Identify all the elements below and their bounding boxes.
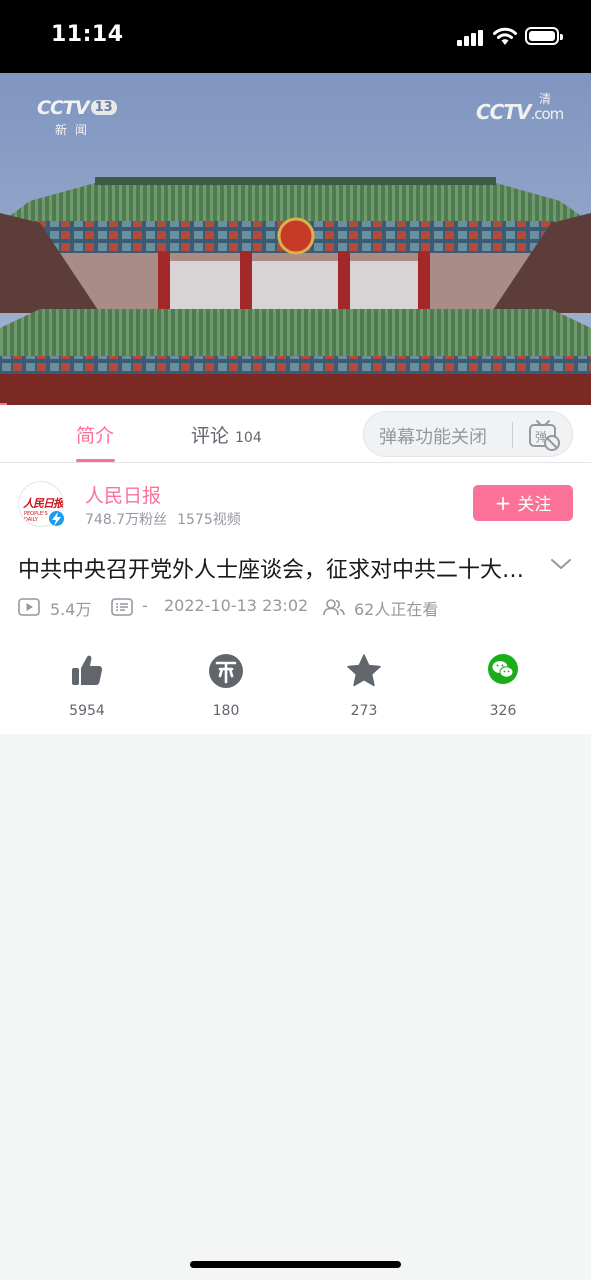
battery-icon (525, 27, 563, 45)
cellular-signal-icon (457, 30, 483, 46)
star-icon (347, 654, 381, 687)
danmaku-placeholder: 弹幕功能关闭 (379, 427, 487, 448)
like-count: 5954 (69, 703, 105, 719)
share-button[interactable]: 326 (453, 651, 553, 719)
wifi-icon (493, 27, 517, 45)
tab-bar: 简介 评论 104 弹幕功能关闭 弹 (0, 405, 591, 463)
favorite-button[interactable]: 273 (314, 651, 414, 719)
follow-button[interactable]: + 关注 (473, 485, 573, 521)
like-button[interactable]: 5954 (37, 651, 137, 719)
coin-button[interactable]: 180 (176, 651, 276, 719)
divider (512, 422, 513, 448)
video-info-panel: 人民日报 PEOPLE'S DAILY 人民日报 748.7万粉丝 1575视频 … (0, 463, 591, 734)
publish-time: 2022-10-13 23:02 (164, 596, 309, 615)
plus-icon: + (494, 491, 512, 515)
chevron-down-icon[interactable] (550, 557, 572, 571)
viewers-icon (323, 599, 345, 616)
comments-count: 104 (235, 430, 262, 446)
danmaku-input[interactable]: 弹幕功能关闭 弹 (363, 411, 573, 457)
cctv13-logo: CCTV 13 新闻 (37, 97, 117, 138)
fans-count: 748.7万粉丝 (85, 512, 168, 528)
share-count: 326 (489, 703, 517, 719)
view-count: 5.4万 (50, 600, 92, 619)
danmaku-count: - (142, 596, 148, 615)
follow-label: 关注 (517, 495, 552, 515)
home-indicator[interactable] (190, 1261, 401, 1268)
status-bar: 11:14 (0, 0, 591, 73)
wechat-icon (488, 654, 518, 684)
uploader-name[interactable]: 人民日报 (85, 481, 161, 508)
uploader-stats: 748.7万粉丝 1575视频 (85, 509, 241, 529)
play-count-icon (18, 598, 40, 616)
tab-comments-label: 评论 (191, 425, 230, 447)
video-count: 1575视频 (177, 512, 241, 528)
tab-active-indicator (76, 459, 115, 462)
action-bar: 5954 180 273 326 (0, 651, 591, 721)
tab-intro[interactable]: 简介 (76, 421, 114, 448)
coin-count: 180 (212, 703, 240, 719)
favorite-count: 273 (350, 703, 378, 719)
thumbs-up-icon (72, 655, 103, 685)
coin-icon (209, 654, 243, 688)
danmaku-count-icon (111, 598, 133, 616)
watching-count: 62人正在看 (354, 600, 439, 619)
video-player[interactable]: CCTV 13 新闻 CCTV.com 清 (0, 73, 591, 405)
video-title[interactable]: 中共中央召开党外人士座谈会，征求对中共二十大报告稿的意见 (18, 552, 530, 584)
status-time: 11:14 (51, 22, 124, 47)
danmaku-off-icon[interactable]: 弹 (527, 418, 561, 452)
tab-comments[interactable]: 评论 104 (191, 421, 262, 448)
cctv-watermark: CCTV.com 清 (476, 92, 564, 124)
verified-badge-icon (47, 509, 66, 528)
